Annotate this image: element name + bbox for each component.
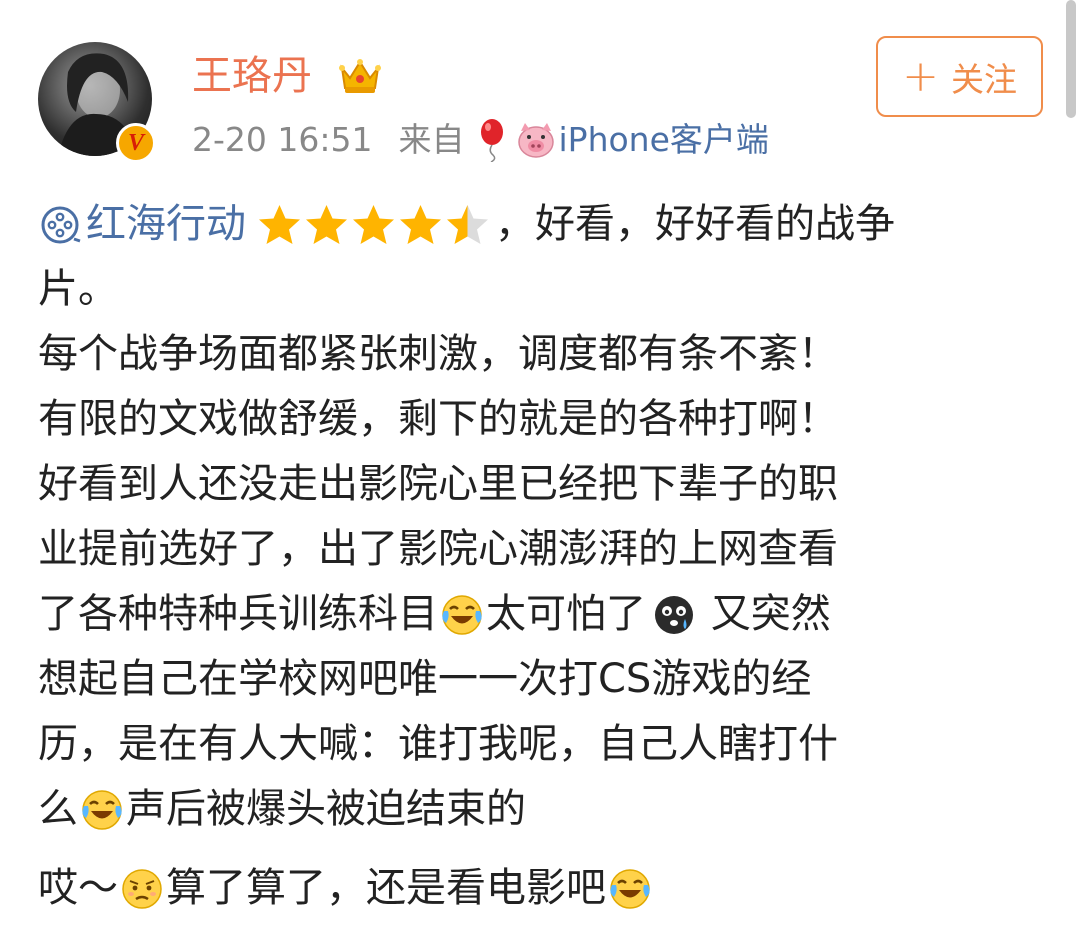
star-icon [259,204,300,244]
plus-icon: + [902,50,939,102]
sad-emoji [122,868,162,909]
post-meta: 2-20 16:51 来自 iPhone客户端 [192,118,769,162]
post-text: 业提前选好了，出了影院心潮澎湃的上网查看 [38,526,838,572]
post-text: 太可怕了 [486,591,646,637]
post-header: V 王珞丹 2-20 16:51 来自 iPhone客户端 + 关注 [0,0,1080,185]
post-text: 哎～ [38,865,118,911]
follow-label: 关注 [950,59,1017,99]
post-line: 片。 [38,257,1048,322]
star-icon [400,204,441,244]
post-line: 红海行动 ，好看，好好看的战争 [38,192,1048,257]
client-link[interactable]: iPhone客户端 [559,118,769,162]
post-line: 么 声后被爆头被迫结束的 [38,777,1048,842]
pig-icon [517,123,554,158]
post-line: 业提前选好了，出了影院心潮澎湃的上网查看 [38,517,1048,582]
post-content: 红海行动 ，好看，好好看的战争 片。 每个战争场面都紧张刺激，调度都有条不紊！ … [38,192,1048,921]
post-text: 算了算了，还是看电影吧 [166,865,606,911]
scared-emoji [655,595,693,634]
post-text: 片。 [38,266,118,312]
post-text: 有限的文戏做舒缓，剩下的就是的各种打啊！ [38,396,838,442]
topic-link[interactable]: 红海行动 [38,192,246,257]
post-text: ，好看，好好看的战争 [495,201,895,247]
star-icon [306,204,347,244]
post-line: 了各种特种兵训练科目 太可怕了 又突然 [38,582,1048,647]
star-icon [353,204,394,244]
post-line: 哎～ 算了算了，还是看电影吧 [38,856,1048,921]
verified-badge-icon: V [116,123,156,163]
post-text: 么 [38,786,78,832]
topic-movie-icon [41,206,81,243]
follow-button[interactable]: + 关注 [876,36,1043,117]
star-icon [447,204,488,244]
post-line: 想起自己在学校网吧唯一一次打CS游戏的经 [38,647,1048,712]
post-text: 又突然 [698,591,831,637]
post-line: 有限的文戏做舒缓，剩下的就是的各种打啊！ [38,387,1048,452]
post-text: 声后被爆头被迫结束的 [126,786,526,832]
post-line: 每个战争场面都紧张刺激，调度都有条不紊！ [38,322,1048,387]
post-time: 2-20 16:51 [192,120,373,159]
source-prefix: 来自 [398,120,465,159]
rating-stars [256,202,491,248]
topic-name: 红海行动 [86,201,246,247]
post-line: 好看到人还没走出影院心里已经把下辈子的职 [38,452,1048,517]
username[interactable]: 王珞丹 [192,52,312,100]
post-text: 想起自己在学校网吧唯一一次打CS游戏的经 [38,656,812,702]
post-text: 好看到人还没走出影院心里已经把下辈子的职 [38,461,838,507]
post-line: 历，是在有人大喊：谁打我呢，自己人瞎打什 [38,712,1048,777]
post-text: 了各种特种兵训练科目 [38,591,438,637]
laugh-cry-emoji [610,868,650,909]
balloon-icon [480,119,503,162]
laugh-cry-emoji [82,789,122,830]
crown-icon[interactable] [338,54,382,96]
post-text: 历，是在有人大喊：谁打我呢，自己人瞎打什 [38,721,838,767]
post-text: 每个战争场面都紧张刺激，调度都有条不紊！ [38,331,838,377]
laugh-cry-emoji [442,594,482,635]
